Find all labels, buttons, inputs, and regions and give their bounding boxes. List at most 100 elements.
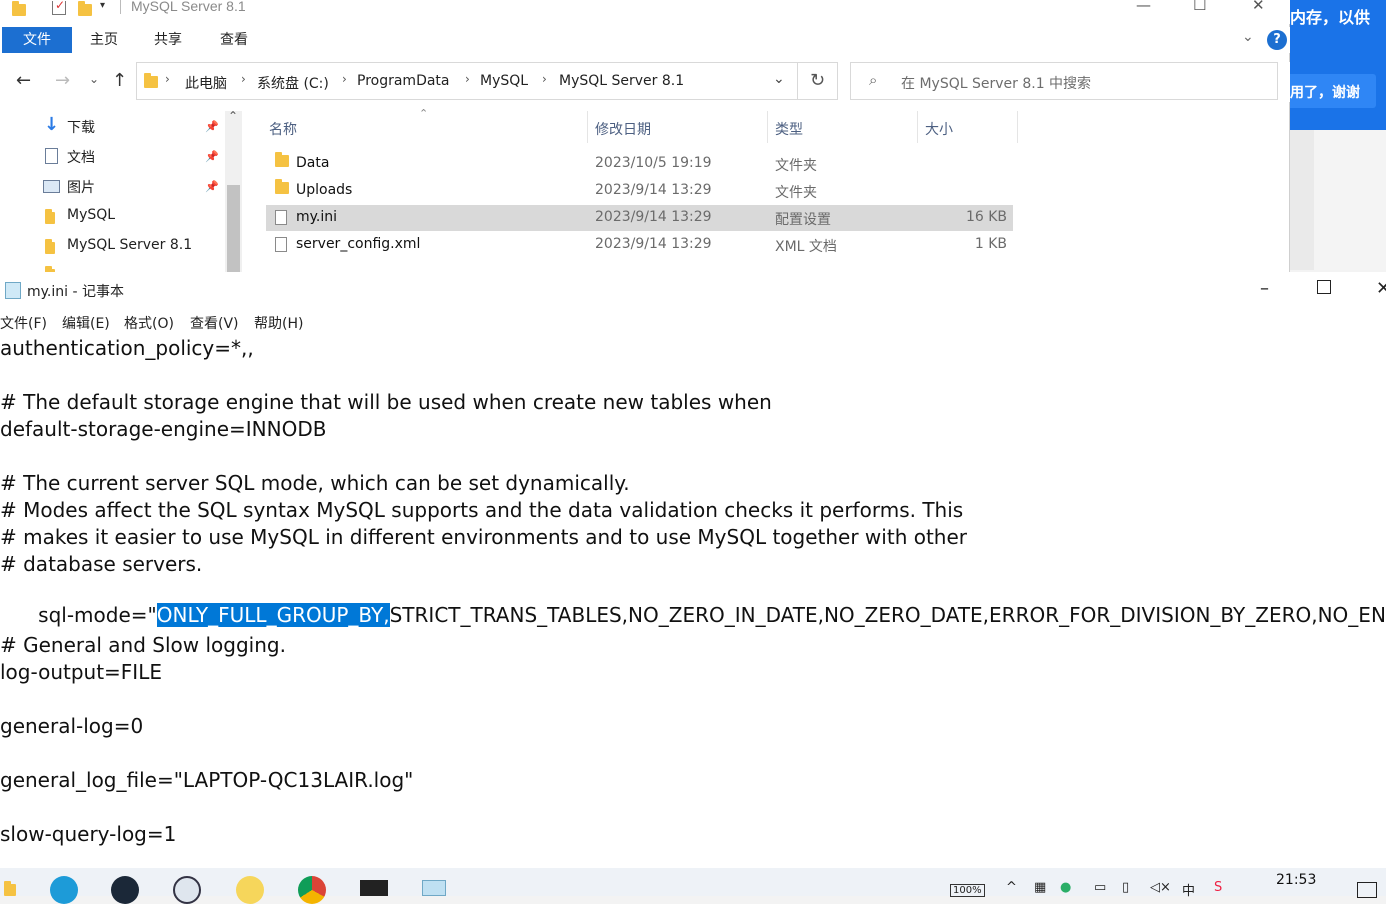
file-name: Uploads — [296, 182, 353, 198]
close-button[interactable]: ✕ — [1252, 0, 1265, 14]
menu-edit[interactable]: 编辑(E) — [62, 313, 110, 333]
file-date: 2023/9/14 13:29 — [595, 182, 712, 198]
address-bar[interactable]: › 此电脑 › 系统盘 (C:) › ProgramData › MySQL ›… — [136, 62, 798, 100]
chrome-icon[interactable] — [298, 876, 326, 904]
column-divider — [767, 111, 768, 143]
text-editor-area[interactable]: authentication_policy=*,, # The default … — [0, 336, 1386, 868]
search-box[interactable]: ⌕ 在 MySQL Server 8.1 中搜索 — [850, 62, 1278, 100]
file-type: 文件夹 — [775, 158, 817, 174]
breadcrumb-c-drive[interactable]: 系统盘 (C:) — [257, 73, 329, 93]
folder-icon — [45, 239, 55, 254]
file-date: 2023/9/14 13:29 — [595, 209, 712, 225]
menu-file[interactable]: 文件(F) — [0, 313, 47, 333]
tab-share[interactable]: 共享 — [142, 27, 194, 53]
help-icon[interactable]: ? — [1267, 30, 1287, 50]
refresh-button[interactable]: ↻ — [798, 62, 838, 100]
file-type: 配置设置 — [775, 212, 831, 228]
side-background — [1288, 130, 1386, 270]
nav-pane-scrollbar[interactable]: ⌃ — [225, 109, 242, 272]
picture-icon — [43, 180, 60, 193]
sort-up-icon: ⌃ — [419, 107, 429, 120]
breadcrumb-mysql[interactable]: MySQL — [480, 73, 528, 89]
maximize-button[interactable] — [1317, 280, 1331, 294]
menu-format[interactable]: 格式(O) — [124, 313, 174, 333]
text-line: # The current server SQL mode, which can… — [0, 471, 630, 495]
maximize-button[interactable]: ☐ — [1193, 0, 1206, 14]
breadcrumb-programdata[interactable]: ProgramData — [357, 73, 450, 89]
nav-item-label: 下载 — [67, 120, 95, 136]
clock[interactable]: 21:53 — [1276, 872, 1316, 888]
steam-icon[interactable] — [111, 876, 139, 904]
file-row-selected[interactable]: my.ini 2023/9/14 13:29 配置设置 16 KB — [266, 205, 1013, 231]
nav-item-label: MySQL — [67, 207, 116, 223]
recent-locations-icon[interactable]: ⌄ — [89, 72, 99, 86]
wps-icon[interactable]: S — [1214, 880, 1222, 895]
close-button[interactable]: ✕ — [1376, 278, 1386, 299]
quick-access-dropdown-icon[interactable]: ▾ — [100, 0, 105, 11]
file-name: my.ini — [296, 209, 338, 225]
chevron-up-icon[interactable]: ^ — [1006, 880, 1017, 895]
notepad-taskbar-icon[interactable] — [422, 880, 446, 896]
text-line: general-log=0 — [0, 714, 144, 738]
tab-file[interactable]: 文件 — [2, 27, 72, 53]
terminal-icon[interactable] — [360, 880, 388, 896]
breadcrumb-this-pc[interactable]: 此电脑 — [185, 73, 227, 93]
ime-icon[interactable]: 中 — [1182, 880, 1195, 899]
taskbar: 100% ^ ▦ ● ▭ ▯ ◁× 中 S 21:53 — [0, 868, 1386, 904]
notepad-title: my.ini - 记事本 — [27, 284, 124, 300]
address-dropdown-icon[interactable]: ⌄ — [773, 71, 785, 87]
new-folder-icon[interactable] — [78, 1, 92, 16]
tab-view[interactable]: 查看 — [208, 27, 260, 53]
column-divider — [587, 111, 588, 143]
wechat-icon[interactable]: ● — [1060, 880, 1071, 895]
collapse-ribbon-icon[interactable]: ⌄ — [1242, 29, 1254, 45]
up-arrow-icon[interactable]: ↑ — [112, 70, 127, 91]
display-icon[interactable]: ▯ — [1122, 880, 1129, 895]
pin-icon[interactable]: 📌 — [205, 150, 219, 163]
document-icon — [45, 148, 58, 164]
app-icon[interactable] — [173, 876, 201, 904]
file-explorer-taskbar-icon[interactable] — [4, 881, 16, 896]
back-arrow-icon[interactable]: ← — [16, 70, 31, 91]
side-app-panel: 内存，以供 用了，谢谢 — [1282, 0, 1386, 130]
windows-icon[interactable]: ▦ — [1034, 880, 1046, 895]
edge-icon[interactable] — [50, 876, 78, 904]
folder-icon — [275, 179, 289, 194]
file-row[interactable]: Data 2023/10/5 19:19 文件夹 — [266, 151, 1013, 177]
breadcrumb-separator: › — [342, 72, 347, 86]
breadcrumb-separator: › — [241, 72, 246, 86]
column-header-type[interactable]: 类型 — [775, 119, 803, 139]
text-line: general_log_file="LAPTOP-QC13LAIR.log" — [0, 768, 414, 792]
search-placeholder[interactable]: 在 MySQL Server 8.1 中搜索 — [901, 73, 1091, 93]
tab-home[interactable]: 主页 — [78, 27, 130, 53]
battery-icon[interactable]: 100% — [950, 884, 985, 897]
file-list: ⌃ 名称 修改日期 类型 大小 Data 2023/10/5 19:19 文件夹… — [262, 107, 1022, 272]
file-row[interactable]: Uploads 2023/9/14 13:29 文件夹 — [266, 178, 1013, 204]
scrollbar-thumb[interactable] — [227, 185, 240, 272]
refresh-icon: ↻ — [809, 70, 826, 91]
scroll-up-icon[interactable]: ⌃ — [228, 109, 238, 123]
side-app-text-2[interactable]: 用了，谢谢 — [1290, 82, 1360, 102]
app-icon[interactable] — [236, 876, 264, 904]
pin-icon[interactable]: 📌 — [205, 120, 219, 133]
menu-view[interactable]: 查看(V) — [190, 313, 239, 333]
mute-icon[interactable]: ◁× — [1150, 880, 1171, 895]
breadcrumb-separator: › — [465, 72, 470, 86]
column-header-size[interactable]: 大小 — [925, 119, 953, 139]
column-divider — [917, 111, 918, 143]
column-header-date[interactable]: 修改日期 — [595, 119, 651, 139]
column-header-name[interactable]: 名称 — [269, 119, 297, 139]
file-row[interactable]: server_config.xml 2023/9/14 13:29 XML 文档… — [266, 232, 1013, 258]
file-size: 1 KB — [974, 236, 1007, 252]
text-line: authentication_policy=*,, — [0, 336, 254, 360]
minimize-button[interactable]: — — [1136, 0, 1151, 14]
pin-icon[interactable]: 📌 — [205, 180, 219, 193]
file-type: XML 文档 — [775, 239, 837, 255]
menu-help[interactable]: 帮助(H) — [254, 313, 303, 333]
file-size: 16 KB — [965, 209, 1007, 225]
minimize-button[interactable]: – — [1260, 278, 1269, 299]
breadcrumb-mysql-server[interactable]: MySQL Server 8.1 — [559, 73, 684, 89]
network-icon[interactable]: ▭ — [1094, 880, 1106, 895]
forward-arrow-icon[interactable]: → — [55, 70, 70, 91]
breadcrumb-separator: › — [542, 72, 547, 86]
